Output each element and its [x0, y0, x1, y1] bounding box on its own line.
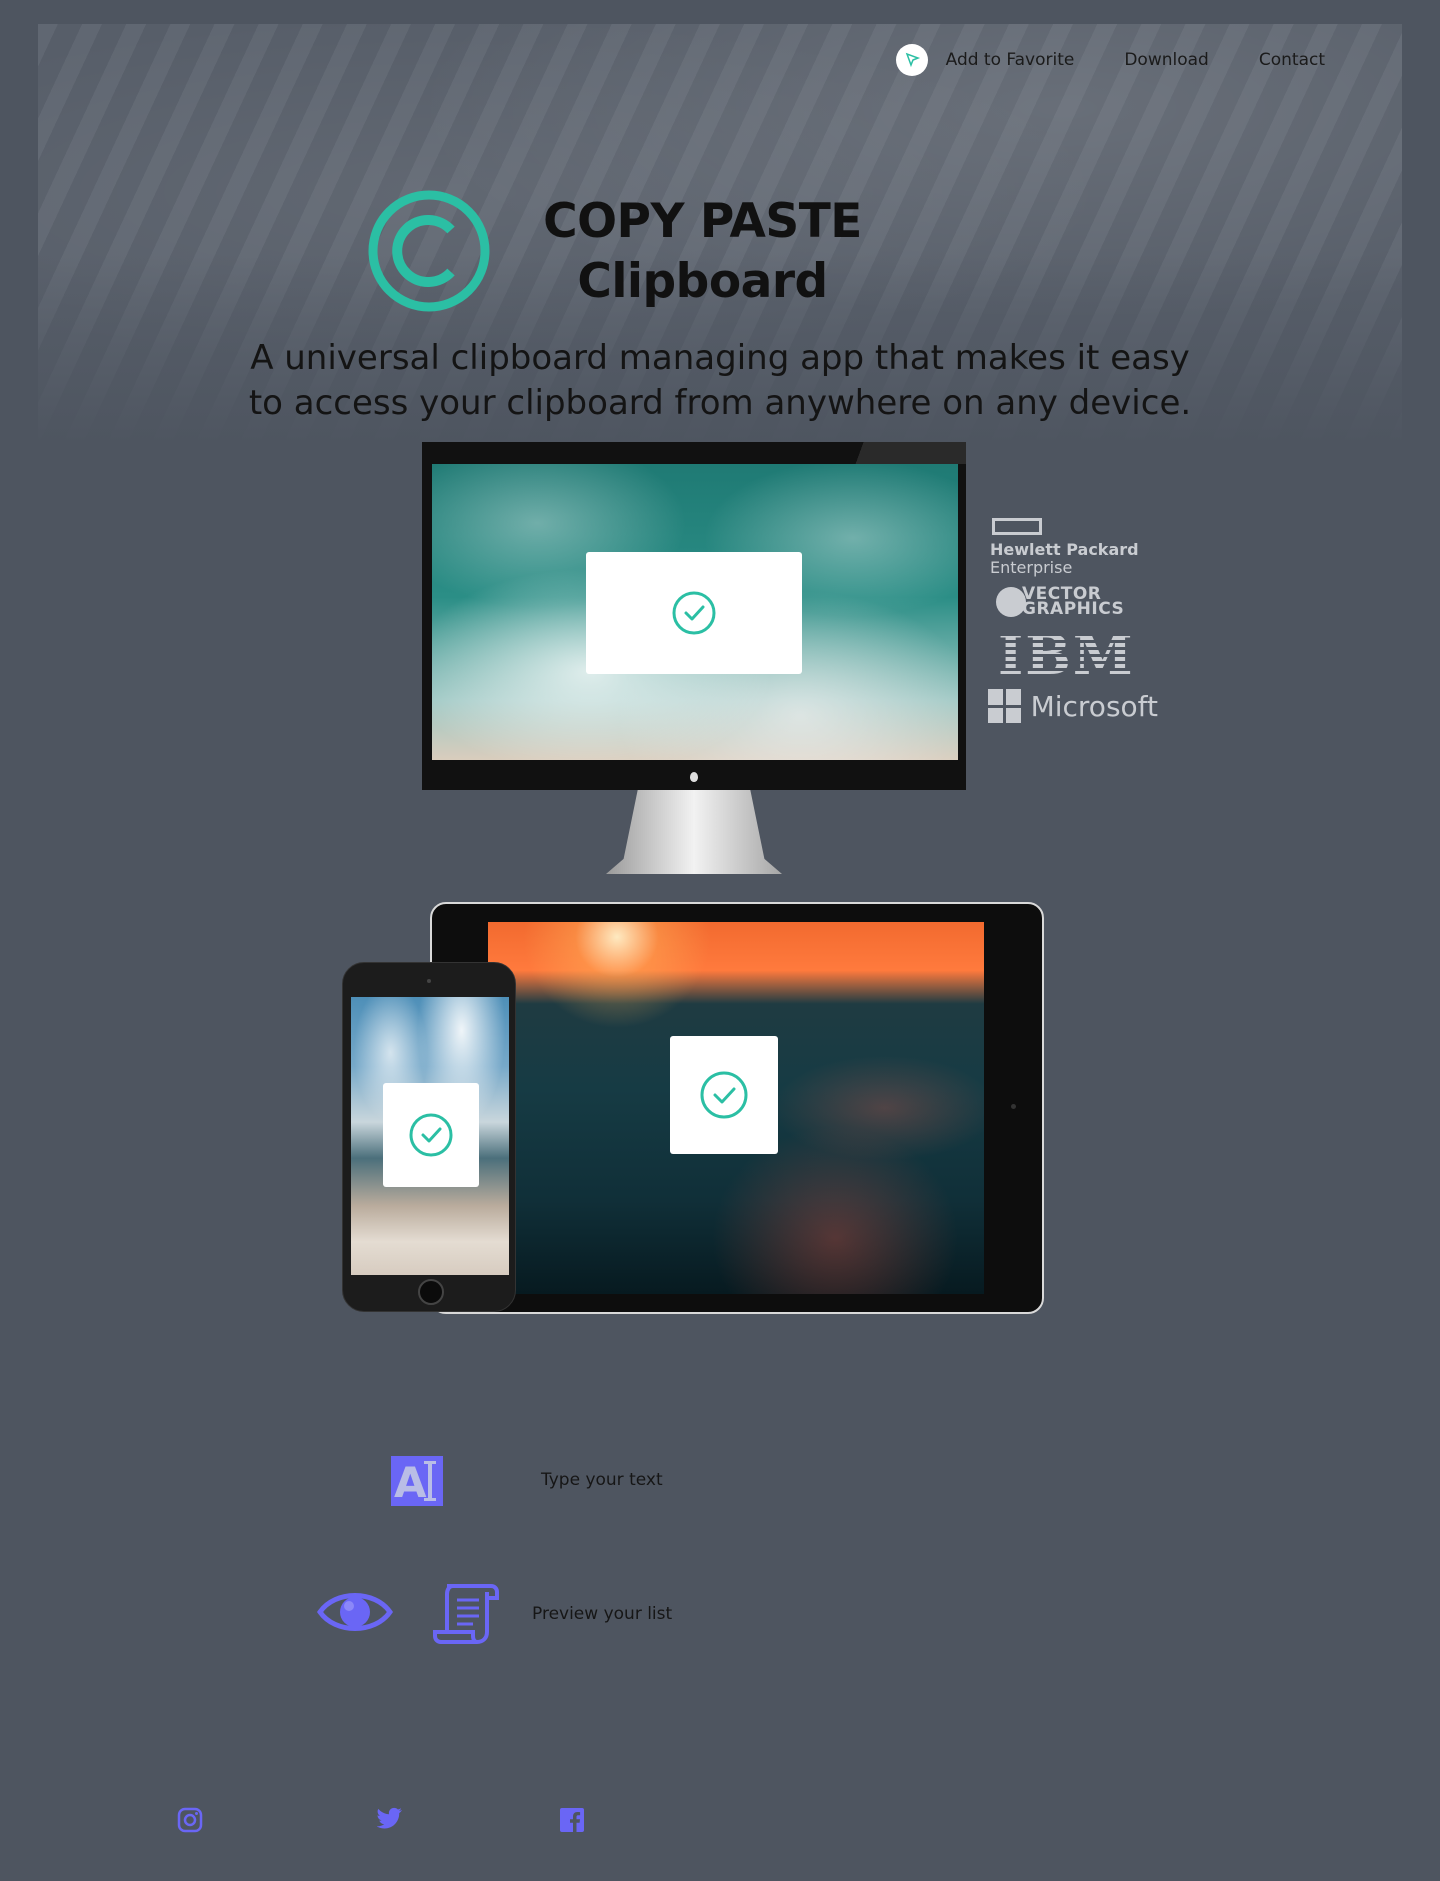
desktop-monitor-mockup [422, 442, 966, 790]
top-nav: Add to Favorite Download Contact [895, 44, 1325, 76]
check-circle-icon [700, 1071, 748, 1119]
contact-link[interactable]: Contact [1259, 50, 1325, 70]
vector-graphics-logo: VECTOR GRAPHICS [996, 586, 1158, 619]
page-title: COPY PASTE Clipboard [520, 192, 885, 312]
copied-popup [586, 552, 802, 674]
title-line-2: Clipboard [577, 254, 828, 309]
tagline-line-2: to access your clipboard from anywhere o… [248, 383, 1192, 423]
monitor-screen-ocean-image [432, 464, 958, 760]
check-circle-icon [672, 591, 716, 635]
eye-icon [316, 1586, 394, 1642]
hpe-subname: Enterprise [990, 558, 1073, 577]
monitor-stand [606, 790, 782, 874]
check-circle-icon [409, 1113, 453, 1157]
facebook-icon[interactable] [558, 1806, 586, 1834]
brand-logos: Hewlett Packard Enterprise VECTOR GRAPHI… [988, 518, 1158, 723]
tablet-screen-sunset-image [488, 922, 984, 1294]
scroll-list-icon [433, 1580, 499, 1650]
twitter-icon[interactable] [376, 1804, 404, 1832]
copyright-logo-icon [368, 190, 490, 312]
tablet-camera [1011, 1104, 1016, 1109]
phone-home-button [418, 1279, 444, 1305]
instagram-icon[interactable] [176, 1806, 204, 1834]
hpe-name: Hewlett Packard [990, 540, 1139, 559]
phone-mockup [342, 962, 516, 1312]
vector-graphics-line-2: GRAPHICS [1022, 599, 1125, 619]
svg-text:A: A [394, 1458, 427, 1506]
tagline: A universal clipboard managing app that … [200, 336, 1240, 426]
tablet-mockup [430, 902, 1044, 1314]
favorite-icon[interactable] [895, 44, 928, 76]
microsoft-wordmark: Microsoft [1030, 689, 1158, 723]
add-to-favorite-link[interactable]: Add to Favorite [946, 50, 1075, 70]
copied-popup [383, 1083, 479, 1187]
windows-icon [988, 689, 1021, 723]
apple-icon [690, 772, 698, 782]
tagline-line-1: A universal clipboard managing app that … [250, 338, 1190, 378]
phone-screen-beach-image [351, 997, 509, 1275]
microsoft-logo: Microsoft [988, 689, 1158, 723]
hpe-logo-icon [992, 518, 1042, 535]
feature-type-text: Type your text [541, 1470, 663, 1490]
text-cursor-icon: A [391, 1456, 443, 1506]
feature-preview-list: Preview your list [532, 1604, 673, 1624]
download-link[interactable]: Download [1124, 50, 1209, 70]
ibm-logo: IBM [998, 628, 1158, 682]
title-line-1: COPY PASTE [543, 194, 862, 249]
copied-popup [670, 1036, 778, 1154]
